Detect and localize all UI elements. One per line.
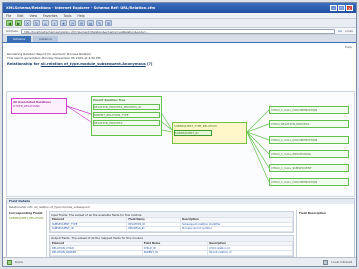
child-relation-label: CHILD_1_CALL_DOCUMENTATION xyxy=(271,137,318,142)
maximize-button[interactable]: □ xyxy=(338,5,345,11)
status-bar: Done Local intranet xyxy=(3,257,356,266)
table-row[interactable]: SUBSEQUENT_ID PROCESS_ID Process record … xyxy=(49,226,294,232)
parent-relation-item: RELATION_PROCESS_PROCESS_ID xyxy=(93,103,160,110)
search-icon[interactable]: ⌕ xyxy=(51,20,58,26)
browser-window: XMLSchema/Relations - Internet Explorer … xyxy=(2,2,357,267)
diagram-title-prefix: Relationship for xyxy=(7,62,40,66)
mail-icon[interactable]: ✉ xyxy=(78,20,85,26)
child-relation-node[interactable]: CHILD_1_CALL_PROCESSING xyxy=(269,150,349,158)
title-bar: XMLSchema/Relations - Internet Explorer … xyxy=(3,3,356,13)
print-icon[interactable]: ▤ xyxy=(87,20,94,26)
minimize-button[interactable]: – xyxy=(330,5,337,11)
table-row[interactable]: RELATION_PARENT PARENT_ID Parent relatio… xyxy=(50,250,293,256)
menu-favorites[interactable]: Favorites xyxy=(43,14,57,18)
table-cell: PROCESS_ID xyxy=(126,226,181,232)
field-description-column: Field Description xyxy=(296,210,354,257)
child-relation-node[interactable]: CHILD_1_CALL_DOCUMENTATION xyxy=(269,106,349,114)
parent-relation-node[interactable]: Parent Relation Tree RELATION_PROCESS_PR… xyxy=(91,96,162,136)
back-icon[interactable]: ◀ xyxy=(6,20,13,26)
table-cell: Parent relation id xyxy=(207,250,293,256)
favorites-icon[interactable]: ★ xyxy=(60,20,67,26)
field-description-header: Field Description xyxy=(299,211,326,215)
table-cell: Process record number xyxy=(179,226,294,232)
links-button[interactable]: Links xyxy=(345,29,353,33)
tab-instance[interactable]: Instance xyxy=(33,36,58,42)
child-relation-label: CHILD_1_CALL_PROCESSING xyxy=(271,151,311,156)
toolbar: ◀ ▶ ✕ ↻ ⌂ ⌕ ★ ◷ ✉ ▤ ✎ ☰ xyxy=(3,19,356,28)
status-text: Done xyxy=(15,260,23,264)
field-details-panel: Field Details Relationship info: all_rel… xyxy=(6,198,355,258)
field-details-columns: Corresponding Fields SUBSEQUENT_RELATION… xyxy=(7,210,354,257)
table-cell: SUBSEQUENT_ID xyxy=(49,226,128,232)
parent-relation-item: RELATION_PROCESS xyxy=(93,119,160,126)
tab-strip: Schema Instance xyxy=(3,35,356,43)
stop-icon[interactable]: ✕ xyxy=(24,20,31,26)
input-fields-table: Element Field Name Description SUBSEQUEN… xyxy=(49,217,294,232)
corresponding-fields-header: Corresponding Fields xyxy=(9,211,43,215)
refresh-icon[interactable]: ↻ xyxy=(33,20,40,26)
corresponding-fields-column: Corresponding Fields SUBSEQUENT_RELATION xyxy=(7,210,47,257)
page-header: Help xyxy=(3,43,356,52)
output-fields-table: Element Field Name Description RELATION_… xyxy=(50,240,293,256)
child-relation-node[interactable]: CHILD_1_CALL_SUBSEQUENT xyxy=(269,164,349,172)
home-icon[interactable]: ⌂ xyxy=(42,20,49,26)
report-info: Rendering Relation Report for element: P… xyxy=(3,52,356,60)
input-fields-group: Input Fields: The subset of all the avai… xyxy=(49,211,294,233)
menu-file[interactable]: File xyxy=(6,14,11,18)
current-relation-selected[interactable]: SUBSEQUENT_ID xyxy=(174,129,212,136)
address-bar: Address http://localhost/schemas/relatio… xyxy=(3,28,356,35)
diagram-title-link[interactable]: all.relation of_type.module_subsequent.A… xyxy=(41,62,146,66)
diagram-help-link[interactable]: [?] xyxy=(147,62,152,66)
child-relation-label: CHILD_1_CALL_SUBSEQUENT xyxy=(271,165,312,170)
menu-tools[interactable]: Tools xyxy=(64,14,72,18)
window-controls: – □ × xyxy=(330,5,353,11)
forward-icon[interactable]: ▶ xyxy=(15,20,22,26)
field-groups-column: Input Fields: The subset of all the avai… xyxy=(47,210,296,257)
parent-relation-header: Parent Relation Tree xyxy=(93,97,126,102)
associated-relations-node[interactable]: All Associated Relations OTHER_RELATIONS xyxy=(11,98,67,114)
zone-text: Local intranet xyxy=(331,260,352,264)
address-input[interactable]: http://localhost/schemas/relation.cfm?el… xyxy=(20,28,336,34)
menu-view[interactable]: View xyxy=(30,14,38,18)
tab-schema[interactable]: Schema xyxy=(7,36,32,42)
child-relation-node[interactable]: CHILD_1_CALL_DOCUMENTATION xyxy=(269,178,349,186)
current-relation-item: SUBSEQUENT_TYPE_RELATION xyxy=(174,123,217,128)
window-title: XMLSchema/Relations - Internet Explorer … xyxy=(6,6,156,10)
parent-relation-item: PARENT_RELATION_TYPE xyxy=(93,111,160,118)
zone-icon xyxy=(323,259,329,265)
page-icon xyxy=(7,259,12,265)
history-icon[interactable]: ◷ xyxy=(69,20,76,26)
child-relation-label: CHILD_1_CALL_DOCUMENTATION xyxy=(271,179,318,184)
associated-relations-item: OTHER_RELATIONS xyxy=(13,103,40,108)
output-fields-group: Output Fields: The subset of all the map… xyxy=(49,234,294,257)
discuss-icon[interactable]: ☰ xyxy=(105,20,112,26)
close-button[interactable]: × xyxy=(346,5,353,11)
go-button[interactable]: Go xyxy=(338,29,342,33)
table-cell: PARENT_ID xyxy=(141,250,209,256)
address-label: Address xyxy=(6,29,18,33)
child-relation-node[interactable]: CHILD_RELATION_PROCESS xyxy=(269,120,349,128)
current-relation-node[interactable]: SUBSEQUENT_TYPE_RELATION SUBSEQUENT_ID xyxy=(172,122,247,144)
help-link[interactable]: Help xyxy=(345,45,352,50)
edit-icon[interactable]: ✎ xyxy=(96,20,103,26)
table-cell: RELATION_PARENT xyxy=(50,250,143,256)
child-relation-label: CHILD_1_CALL_DOCUMENTATION xyxy=(271,107,318,112)
menu-edit[interactable]: Edit xyxy=(17,14,23,18)
child-relation-node[interactable]: CHILD_1_CALL_DOCUMENTATION xyxy=(269,136,349,144)
menu-help[interactable]: Help xyxy=(77,14,84,18)
corresponding-field-link[interactable]: SUBSEQUENT_RELATION xyxy=(9,216,44,220)
relation-diagram: All Associated Relations OTHER_RELATIONS… xyxy=(6,91,355,197)
child-relation-label: CHILD_RELATION_PROCESS xyxy=(271,121,310,126)
diagram-title: Relationship for all.relation of_type.mo… xyxy=(3,60,356,68)
